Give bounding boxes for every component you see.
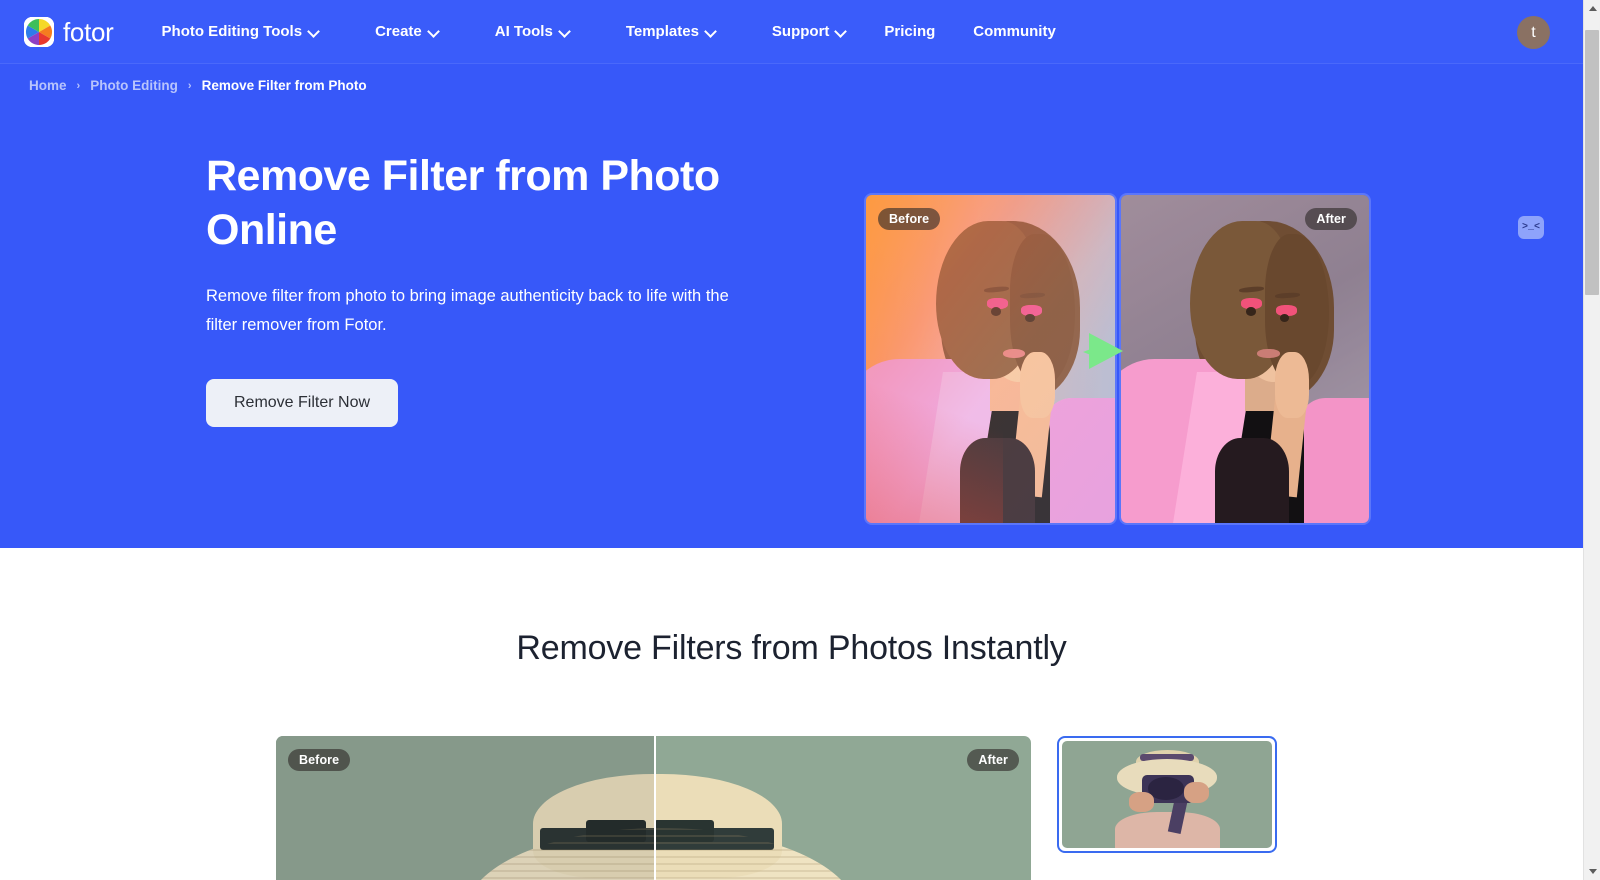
breadcrumb-separator-icon: › [76,79,81,92]
nav-item-community[interactable]: Community [973,23,1056,40]
nav-item-ai-tools[interactable]: AI Tools [495,23,570,40]
portrait-illustration-before [866,195,1115,523]
hero-after-image: After [1120,195,1369,523]
fotor-color-wheel-icon [24,16,54,47]
features-section: Remove Filters from Photos Instantly Bef… [0,548,1583,880]
chevron-down-icon [309,26,319,36]
nav-item-pricing[interactable]: Pricing [884,23,935,40]
scroll-up-arrow-icon[interactable] [1584,0,1600,17]
before-after-slider[interactable]: Before After [276,736,1031,880]
thumbnail-image [1062,741,1272,848]
nav-label: Community [973,23,1056,40]
main-navigation: Photo Editing Tools Create AI Tools Temp… [162,23,1056,40]
page-viewport: fotor Photo Editing Tools Create AI Tool… [0,0,1583,880]
slider-drag-handle[interactable] [653,736,656,880]
nav-label: Pricing [884,23,936,40]
nav-label: Create [375,23,422,40]
hero-copy-block: Remove Filter from Photo Online Remove f… [206,149,766,428]
nav-item-create[interactable]: Create [375,23,439,40]
breadcrumb-item-home[interactable]: Home [29,78,67,93]
scrollbar-thumb[interactable] [1585,30,1599,295]
hero-section: Home › Photo Editing › Remove Filter fro… [0,64,1583,548]
feedback-widget-button[interactable]: >_< [1518,216,1544,239]
chevron-down-icon [706,26,716,36]
remove-filter-now-button[interactable]: Remove Filter Now [206,379,399,428]
page-title: Remove Filter from Photo Online [206,152,720,255]
breadcrumb-item-current: Remove Filter from Photo [201,78,367,93]
section-heading: Remove Filters from Photos Instantly [516,629,1067,667]
breadcrumb-separator-icon: › [187,79,192,92]
brand-logo-link[interactable]: fotor [24,16,114,47]
hero-subtitle: Remove filter from photo to bring image … [206,287,729,334]
breadcrumb-item-photo-editing[interactable]: Photo Editing [90,78,178,93]
green-right-arrow-icon [1089,333,1123,369]
nav-item-photo-editing-tools[interactable]: Photo Editing Tools [162,23,320,40]
slider-before-badge: Before [288,749,351,771]
sample-thumbnail-selected[interactable] [1057,736,1277,853]
emoticon-face-icon: >_< [1521,222,1540,233]
chevron-down-icon [836,26,846,36]
breadcrumb: Home › Photo Editing › Remove Filter fro… [29,78,367,93]
after-badge: After [1305,208,1357,230]
scroll-down-arrow-icon[interactable] [1584,863,1600,880]
brand-name: fotor [63,16,114,47]
portrait-illustration-after [1120,195,1369,523]
nav-label: Templates [625,23,699,40]
nav-label: Support [771,23,830,40]
avatar-initial: t [1531,23,1536,41]
slider-after-badge: After [967,749,1019,771]
user-avatar[interactable]: t [1517,16,1550,49]
comparison-slider-row: Before After [276,736,1277,880]
site-header: fotor Photo Editing Tools Create AI Tool… [0,0,1583,64]
nav-item-templates[interactable]: Templates [626,23,716,40]
chevron-down-icon [560,26,570,36]
vertical-scrollbar[interactable] [1583,0,1600,880]
hero-before-image: Before [866,195,1115,523]
chevron-down-icon [429,26,439,36]
nav-label: AI Tools [494,23,553,40]
nav-label: Photo Editing Tools [161,23,303,40]
nav-item-support[interactable]: Support [772,23,847,40]
before-badge: Before [878,208,941,230]
